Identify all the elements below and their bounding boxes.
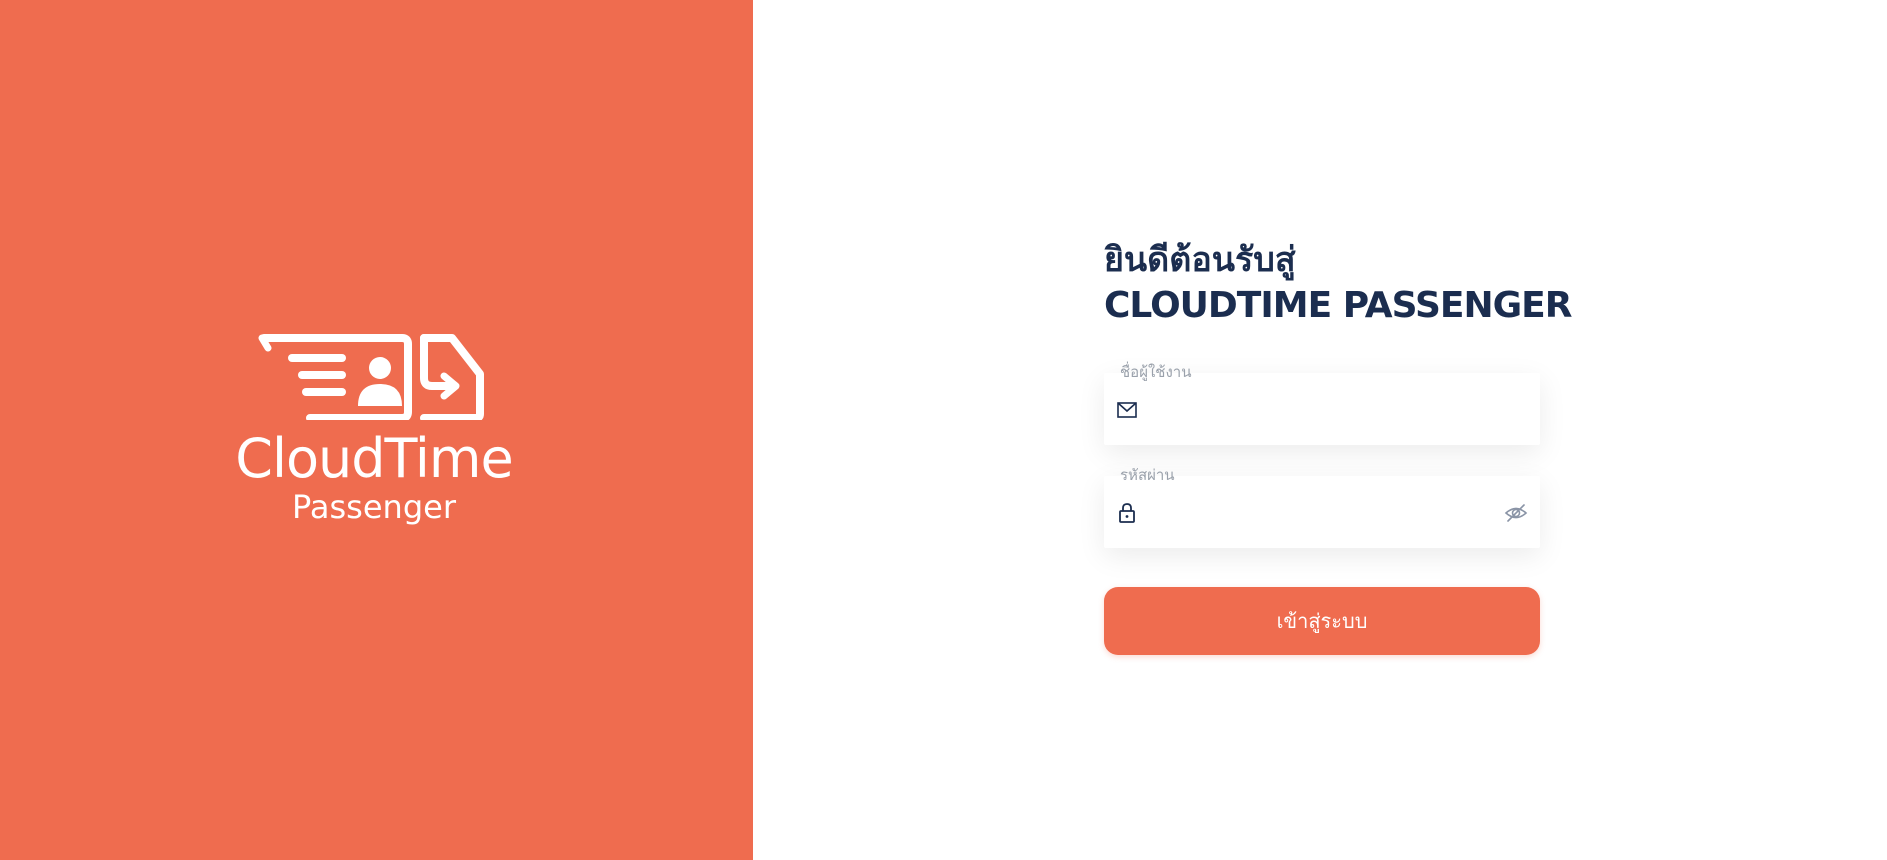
password-label: รหัสผ่าน [1120,466,1175,484]
app-title-heading: CLOUDTIME PASSENGER [1104,285,1572,326]
password-input[interactable] [1152,490,1482,534]
brand-logo: CloudTime Passenger [232,334,516,530]
username-input[interactable] [1152,387,1482,431]
login-button[interactable]: เข้าสู่ระบบ [1104,587,1540,655]
username-field: ชื่อผู้ใช้งาน [1104,363,1540,445]
brand-subtitle: Passenger [292,488,456,526]
eye-off-icon[interactable] [1504,501,1528,525]
login-form: ยินดีต้อนรับสู่ CLOUDTIME PASSENGER ชื่อ… [1104,236,1572,655]
username-label: ชื่อผู้ใช้งาน [1120,363,1192,381]
welcome-heading: ยินดีต้อนรับสู่ [1104,240,1296,280]
brand-name: CloudTime [235,427,513,490]
passenger-card-logo-icon [258,334,484,420]
password-field: รหัสผ่าน [1104,466,1540,548]
lock-icon [1119,503,1135,523]
mail-icon [1117,402,1137,418]
brand-panel: CloudTime Passenger [0,0,753,860]
